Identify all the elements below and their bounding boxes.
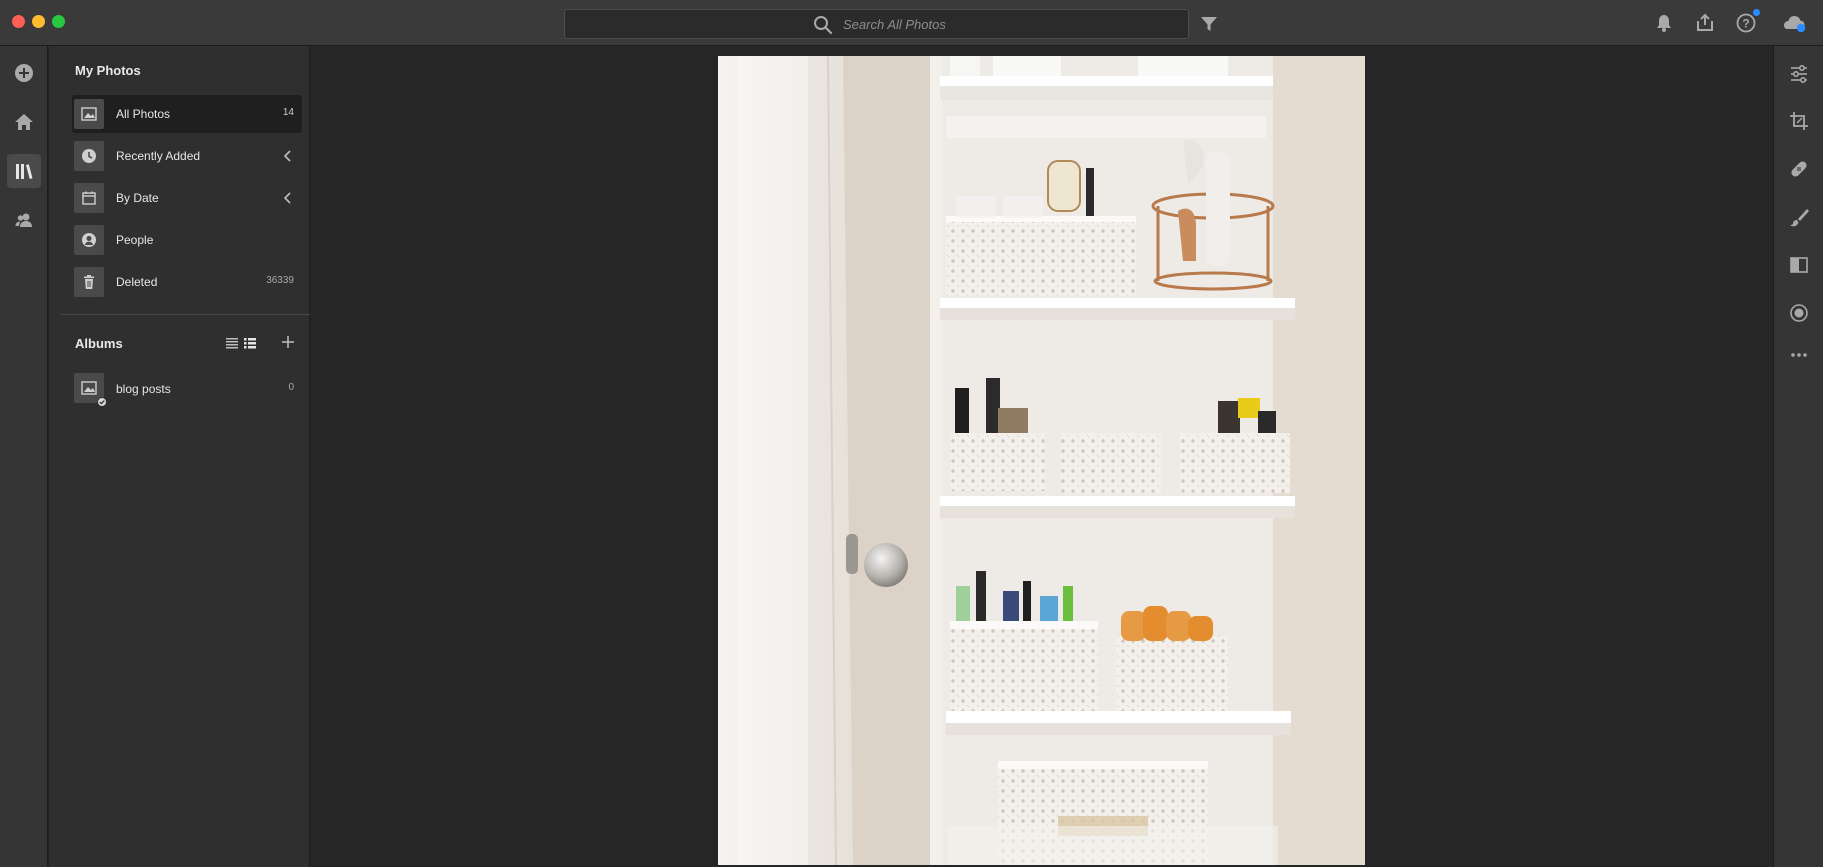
bell-icon[interactable] [1653,12,1675,34]
library-icon [16,164,33,179]
sidebar-item-label: By Date [116,191,159,205]
more-button[interactable] [1786,342,1812,368]
sidebar-item-recently-added[interactable]: Recently Added [72,137,302,175]
sidebar-item-label: All Photos [116,107,171,121]
person-icon [74,225,104,255]
edit-button[interactable] [1786,61,1812,87]
linear-gradient-icon [1790,257,1808,273]
sidebar-item-deleted[interactable]: Deleted 36339 [72,263,302,301]
calendar-icon [74,183,104,213]
people-button[interactable] [7,203,41,237]
title-bar: Search All Photos ? [0,0,1823,46]
add-icon [15,64,33,82]
minimize-window-button[interactable] [32,15,45,28]
sidebar-item-label: Deleted [116,275,158,289]
sidebar-item-all-photos[interactable]: All Photos 14 [72,95,302,133]
list-view-icon[interactable] [225,337,239,349]
photo-preview[interactable] [718,56,1365,865]
close-window-button[interactable] [12,15,25,28]
app-window: Search All Photos ? My Photos All Photos… [0,0,1823,867]
radial-gradient-button[interactable] [1786,300,1812,326]
add-album-icon[interactable] [281,335,295,349]
share-icon[interactable] [1694,12,1716,34]
library-button[interactable] [7,154,41,188]
crop-icon [1790,112,1808,130]
sidebar-item-count: 14 [282,107,294,118]
clock-icon [74,141,104,171]
linear-gradient-button[interactable] [1786,252,1812,278]
sidebar: My Photos All Photos 14 Recently Added B… [49,46,310,867]
sidebar-item-count: 36339 [266,275,294,286]
radial-gradient-icon [1790,304,1808,322]
zoom-window-button[interactable] [52,15,65,28]
sidebar-item-people[interactable]: People [72,221,302,259]
search-icon [814,16,833,35]
sidebar-divider [61,314,310,315]
crop-button[interactable] [1786,108,1812,134]
brush-button[interactable] [1786,204,1812,230]
detail-list-icon[interactable] [243,337,257,349]
album-count: 0 [288,382,294,393]
album-label: blog posts [116,382,171,396]
home-icon [15,114,33,130]
photo-canvas [311,46,1773,867]
search-placeholder: Search All Photos [843,17,946,32]
healing-button[interactable] [1786,156,1812,182]
home-button[interactable] [7,105,41,139]
sidebar-item-by-date[interactable]: By Date [72,179,302,217]
my-photos-title: My Photos [75,63,141,78]
photo-icon [74,99,104,129]
synced-check-icon [97,397,107,407]
sidebar-item-label: Recently Added [116,149,201,163]
search-input[interactable]: Search All Photos [564,9,1189,39]
album-item-blog-posts[interactable]: blog posts 0 [72,369,302,407]
trash-icon [74,267,104,297]
chevron-left-icon[interactable] [282,148,294,164]
add-photos-button[interactable] [7,56,41,90]
cloud-sync-icon[interactable] [1781,12,1807,34]
healing-icon [1791,161,1807,177]
people-icon [15,213,32,227]
notification-dot [1753,9,1760,16]
edit-sliders-icon [1791,64,1807,84]
filter-icon[interactable] [1199,14,1219,34]
right-rail [1773,46,1823,867]
sidebar-item-label: People [116,233,154,247]
brush-icon [1790,209,1809,227]
more-icon [1791,353,1807,357]
closet-photo [718,56,1365,865]
chevron-left-icon[interactable] [282,190,294,206]
albums-title: Albums [75,336,123,351]
left-rail [0,46,48,867]
svg-text:?: ? [1742,17,1749,31]
